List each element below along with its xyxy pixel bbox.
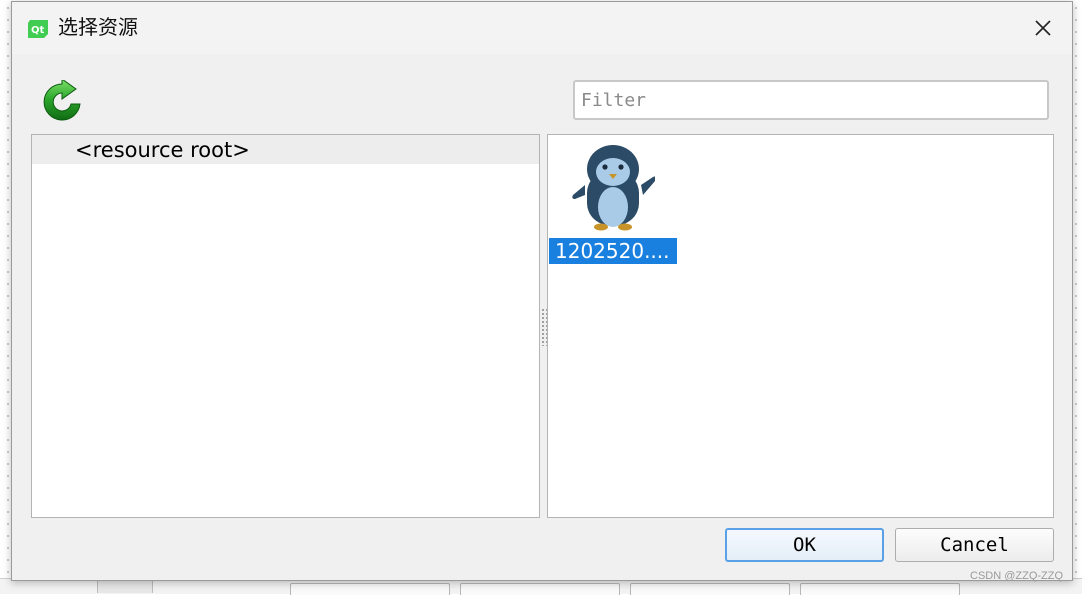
close-button[interactable] [1028,14,1058,42]
background-tab [290,583,450,595]
background-tab [800,583,960,595]
resource-file-list[interactable]: 1202520.... [547,134,1054,518]
svg-text:Qt: Qt [31,25,45,36]
penguin-image-icon [571,141,656,233]
select-resource-dialog: Qt 选择资源 <resource root> [11,1,1073,581]
background-tab [460,583,620,595]
close-icon [1035,20,1051,36]
refresh-button[interactable] [40,78,84,124]
tree-item-label: <resource root> [75,138,250,162]
title-bar: Qt 选择资源 [12,2,1072,54]
tree-item-resource-root[interactable]: <resource root> [32,135,539,164]
watermark-text: CSDN @ZZQ-ZZQ [970,570,1064,582]
file-item[interactable]: 1202520.... [549,135,677,265]
filter-input[interactable] [573,80,1049,120]
refresh-icon [43,78,81,121]
qt-logo-icon: Qt [27,19,49,39]
background-tab [630,583,790,595]
window-title: 选择资源 [58,15,138,39]
cancel-button[interactable]: Cancel [895,528,1054,562]
file-item-label: 1202520.... [549,238,677,264]
ok-button[interactable]: OK [725,528,884,562]
resource-tree[interactable]: <resource root> [31,134,540,518]
